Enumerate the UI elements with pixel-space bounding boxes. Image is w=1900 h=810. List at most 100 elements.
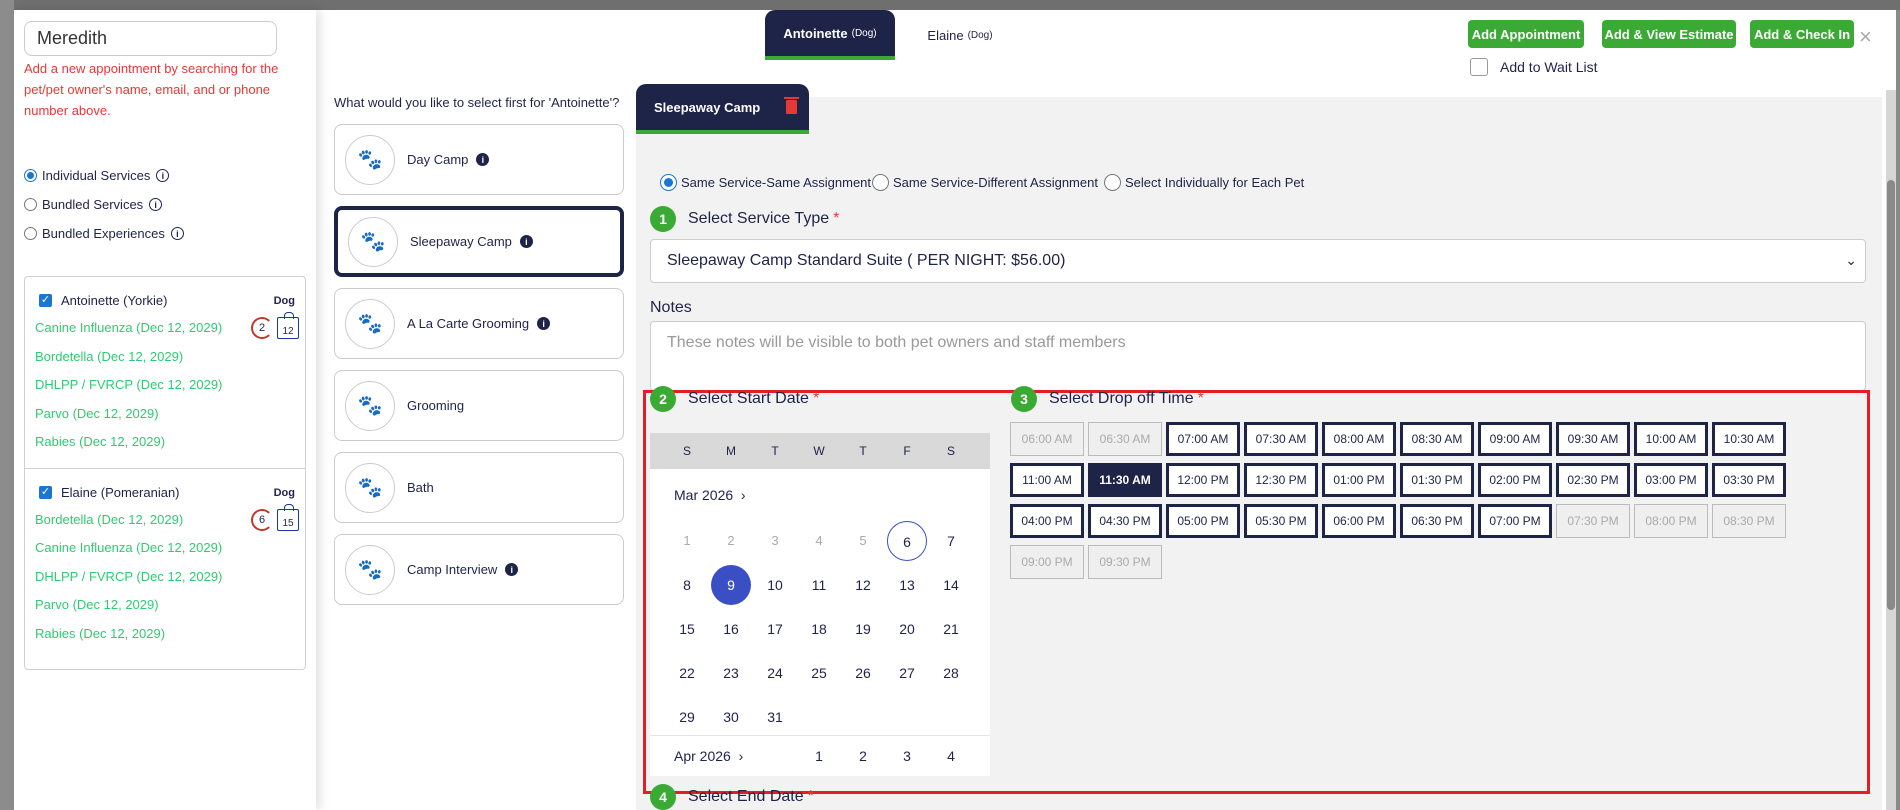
- time-slot-button[interactable]: 03:00 PM: [1634, 463, 1708, 497]
- calendar-day[interactable]: 1: [799, 736, 839, 776]
- radio-button[interactable]: [660, 174, 677, 191]
- checkbox-icon[interactable]: ✓: [39, 486, 52, 499]
- calendar-day[interactable]: 21: [931, 609, 971, 649]
- service-grooming[interactable]: 🐾 Grooming: [334, 370, 624, 441]
- calendar-day[interactable]: 16: [711, 609, 751, 649]
- time-slot-button[interactable]: 12:30 PM: [1244, 463, 1318, 497]
- calendar-day[interactable]: 12: [843, 565, 883, 605]
- calendar-day[interactable]: 13: [887, 565, 927, 605]
- time-slot-button[interactable]: 05:00 PM: [1166, 504, 1240, 538]
- trash-icon[interactable]: [784, 97, 800, 114]
- scrollbar-thumb[interactable]: [1887, 180, 1895, 610]
- service-sleepaway-camp[interactable]: 🐾 Sleepaway Camp i: [334, 206, 624, 277]
- calendar-day[interactable]: 25: [799, 653, 839, 693]
- service-bath[interactable]: 🐾 Bath: [334, 452, 624, 523]
- add-appointment-button[interactable]: Add Appointment: [1468, 20, 1584, 48]
- calendar-day[interactable]: 26: [843, 653, 883, 693]
- radio-button[interactable]: [24, 227, 37, 240]
- calendar-day[interactable]: 29: [667, 697, 707, 737]
- checkbox-icon[interactable]: ✓: [39, 294, 52, 307]
- time-slot-button[interactable]: 04:30 PM: [1088, 504, 1162, 538]
- calendar-day[interactable]: 10: [755, 565, 795, 605]
- info-icon[interactable]: i: [476, 153, 490, 166]
- add-view-estimate-button[interactable]: Add & View Estimate: [1602, 20, 1736, 48]
- time-slot-button[interactable]: 08:30 AM: [1400, 422, 1474, 456]
- radio-bundled-experiences[interactable]: Bundled Experiences i: [24, 226, 184, 241]
- calendar-day[interactable]: 31: [755, 697, 795, 737]
- calendar-day[interactable]: 20: [887, 609, 927, 649]
- time-slot-button[interactable]: 10:30 AM: [1712, 422, 1786, 456]
- chevron-right-icon[interactable]: ›: [735, 748, 744, 764]
- time-slot-button[interactable]: 11:30 AM: [1088, 463, 1162, 497]
- search-input[interactable]: [24, 21, 277, 56]
- calendar-day[interactable]: 6: [887, 521, 927, 561]
- calendar-day[interactable]: 30: [711, 697, 751, 737]
- info-icon[interactable]: i: [519, 235, 533, 248]
- calendar-day[interactable]: 24: [755, 653, 795, 693]
- info-icon[interactable]: i: [149, 198, 163, 211]
- time-slot-button[interactable]: 06:30 PM: [1400, 504, 1474, 538]
- radio-same-service-same-assignment[interactable]: Same Service-Same Assignment: [660, 174, 871, 191]
- info-icon[interactable]: i: [156, 169, 170, 182]
- calendar-day[interactable]: 15: [667, 609, 707, 649]
- pet-tab-antoinette[interactable]: Antoinette (Dog): [765, 10, 895, 60]
- calendar-day[interactable]: 8: [667, 565, 707, 605]
- calendar-day[interactable]: 4: [931, 736, 971, 776]
- pet-tab-elaine[interactable]: Elaine (Dog): [905, 10, 1015, 60]
- notes-textarea[interactable]: These notes will be visible to both pet …: [650, 321, 1866, 391]
- radio-individual-services[interactable]: Individual Services i: [24, 168, 170, 183]
- chevron-right-icon[interactable]: ›: [737, 487, 746, 503]
- calendar-day[interactable]: 22: [667, 653, 707, 693]
- radio-same-service-different-assignment[interactable]: Same Service-Different Assignment: [872, 174, 1098, 191]
- calendar-day[interactable]: 9: [711, 565, 751, 605]
- time-slot-button[interactable]: 08:00 AM: [1322, 422, 1396, 456]
- calendar-day[interactable]: 2: [843, 736, 883, 776]
- calendar-day[interactable]: 7: [931, 521, 971, 561]
- time-slot-button[interactable]: 12:00 PM: [1166, 463, 1240, 497]
- radio-button[interactable]: [24, 169, 37, 182]
- calendar-day[interactable]: 17: [755, 609, 795, 649]
- pet-header-elaine[interactable]: ✓ Elaine (Pomeranian) Dog: [39, 485, 295, 500]
- info-icon[interactable]: i: [537, 317, 551, 330]
- add-check-in-button[interactable]: Add & Check In: [1750, 20, 1854, 48]
- time-slot-button[interactable]: 06:00 PM: [1322, 504, 1396, 538]
- time-slot-button[interactable]: 03:30 PM: [1712, 463, 1786, 497]
- service-camp-interview[interactable]: 🐾 Camp Interview i: [334, 534, 624, 605]
- time-slot-button[interactable]: 09:00 AM: [1478, 422, 1552, 456]
- calendar-day[interactable]: 18: [799, 609, 839, 649]
- calendar-day[interactable]: 11: [799, 565, 839, 605]
- calendar-day[interactable]: 27: [887, 653, 927, 693]
- service-type-select[interactable]: Sleepaway Camp Standard Suite ( PER NIGH…: [650, 239, 1866, 283]
- radio-bundled-services[interactable]: Bundled Services i: [24, 197, 163, 212]
- radio-button[interactable]: [24, 198, 37, 211]
- next-month-navigator[interactable]: Apr 2026 ›: [674, 748, 743, 764]
- info-icon[interactable]: i: [170, 227, 184, 240]
- time-slot-button[interactable]: 02:30 PM: [1556, 463, 1630, 497]
- time-slot-button[interactable]: 02:00 PM: [1478, 463, 1552, 497]
- radio-select-individually[interactable]: Select Individually for Each Pet: [1104, 174, 1304, 191]
- pet-header-antoinette[interactable]: ✓ Antoinette (Yorkie) Dog: [39, 293, 295, 308]
- service-day-camp[interactable]: 🐾 Day Camp i: [334, 124, 624, 195]
- time-slot-button[interactable]: 11:00 AM: [1010, 463, 1084, 497]
- month-navigator[interactable]: Mar 2026 ›: [674, 487, 746, 503]
- time-slot-button[interactable]: 09:30 AM: [1556, 422, 1630, 456]
- service-a-la-carte-grooming[interactable]: 🐾 A La Carte Grooming i: [334, 288, 624, 359]
- wait-list-checkbox[interactable]: Add to Wait List: [1470, 58, 1598, 76]
- calendar-day[interactable]: 28: [931, 653, 971, 693]
- checkbox-icon[interactable]: [1470, 58, 1488, 76]
- calendar-day[interactable]: 19: [843, 609, 883, 649]
- time-slot-button[interactable]: 10:00 AM: [1634, 422, 1708, 456]
- scrollbar[interactable]: [1886, 90, 1896, 810]
- time-slot-button[interactable]: 01:00 PM: [1322, 463, 1396, 497]
- calendar-day[interactable]: 23: [711, 653, 751, 693]
- calendar-day[interactable]: 3: [887, 736, 927, 776]
- info-icon[interactable]: i: [505, 563, 519, 576]
- time-slot-button[interactable]: 07:00 AM: [1166, 422, 1240, 456]
- time-slot-button[interactable]: 07:00 PM: [1478, 504, 1552, 538]
- radio-button[interactable]: [872, 174, 889, 191]
- time-slot-button[interactable]: 01:30 PM: [1400, 463, 1474, 497]
- time-slot-button[interactable]: 05:30 PM: [1244, 504, 1318, 538]
- radio-button[interactable]: [1104, 174, 1121, 191]
- close-icon[interactable]: ×: [1859, 24, 1872, 50]
- time-slot-button[interactable]: 07:30 AM: [1244, 422, 1318, 456]
